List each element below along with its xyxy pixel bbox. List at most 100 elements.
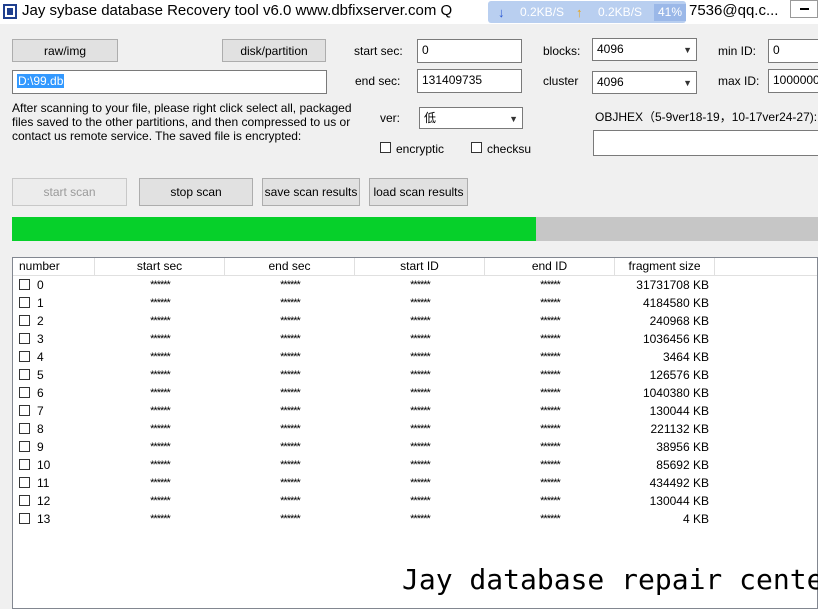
row-fragment-size: 434492 KB (649, 476, 709, 490)
cluster-select[interactable]: 4096 ▼ (592, 71, 697, 94)
chevron-down-icon: ▼ (683, 78, 692, 88)
cluster-value: 4096 (597, 75, 624, 89)
row-fragment-size: 1036456 KB (642, 332, 709, 346)
row-fragment-size: 221132 KB (650, 422, 710, 436)
row-start-id: ****** (410, 369, 431, 381)
max-id-input[interactable]: 1000000 (768, 69, 818, 93)
raw-img-button[interactable]: raw/img (12, 39, 118, 62)
row-start-id: ****** (410, 405, 431, 417)
row-checkbox[interactable] (19, 369, 30, 380)
row-end-id: ****** (540, 423, 561, 435)
start-sec-input[interactable]: 0 (417, 39, 522, 63)
fragment-list[interactable]: number start sec end sec start ID end ID… (12, 257, 818, 609)
row-end-id: ****** (540, 459, 561, 471)
watermark-text: Jay database repair center (402, 563, 818, 596)
min-id-label: min ID: (718, 44, 757, 58)
start-scan-button[interactable]: start scan (12, 178, 127, 206)
disk-partition-button[interactable]: disk/partition (222, 39, 326, 62)
row-checkbox[interactable] (19, 297, 30, 308)
column-header-fragment-size[interactable]: fragment size (615, 258, 715, 275)
row-end-id: ****** (540, 279, 561, 291)
objhex-input[interactable] (593, 130, 818, 156)
row-fragment-size: 130044 KB (649, 494, 709, 508)
save-scan-results-button[interactable]: save scan results (262, 178, 360, 206)
row-checkbox[interactable] (19, 495, 30, 506)
table-row[interactable]: 12 ****** ****** ****** ****** 130044 KB (13, 492, 817, 510)
row-end-sec: ****** (280, 423, 301, 435)
arrow-up-icon: ↑ (576, 5, 583, 20)
row-number: 2 (37, 314, 44, 328)
row-number: 0 (37, 278, 44, 292)
row-start-sec: ****** (150, 297, 171, 309)
row-end-sec: ****** (280, 441, 301, 453)
row-start-sec: ****** (150, 423, 171, 435)
stop-scan-button[interactable]: stop scan (139, 178, 253, 206)
table-row[interactable]: 7 ****** ****** ****** ****** 130044 KB (13, 402, 817, 420)
table-row[interactable]: 13 ****** ****** ****** ****** 4 KB (13, 510, 817, 528)
table-row[interactable]: 1 ****** ****** ****** ****** 4184580 KB (13, 294, 817, 312)
row-start-id: ****** (410, 297, 431, 309)
network-monitor: ↓ 0.2KB/S ↑ 0.2KB/S 41% (488, 1, 686, 23)
checksum-checkbox[interactable] (471, 142, 482, 153)
column-header-start-sec[interactable]: start sec (95, 258, 225, 275)
row-end-id: ****** (540, 351, 561, 363)
row-start-sec: ****** (150, 351, 171, 363)
instructions-text: After scanning to your file, please righ… (12, 101, 352, 143)
row-checkbox[interactable] (19, 279, 30, 290)
row-checkbox[interactable] (19, 387, 30, 398)
row-fragment-size: 1040380 KB (642, 386, 709, 400)
table-row[interactable]: 11 ****** ****** ****** ****** 434492 KB (13, 474, 817, 492)
row-number: 11 (37, 476, 50, 490)
row-start-id: ****** (410, 351, 431, 363)
table-row[interactable]: 0 ****** ****** ****** ****** 31731708 KB (13, 276, 817, 294)
row-end-id: ****** (540, 333, 561, 345)
min-id-input[interactable]: 0 (768, 39, 818, 63)
table-row[interactable]: 6 ****** ****** ****** ****** 1040380 KB (13, 384, 817, 402)
file-path-input[interactable]: D:\99.db (12, 70, 327, 94)
row-checkbox[interactable] (19, 423, 30, 434)
row-number: 7 (37, 404, 44, 418)
minimize-button[interactable] (790, 0, 818, 18)
row-checkbox[interactable] (19, 477, 30, 488)
end-sec-input[interactable]: 131409735 (417, 69, 522, 93)
ver-value: 低 (424, 111, 437, 125)
table-row[interactable]: 2 ****** ****** ****** ****** 240968 KB (13, 312, 817, 330)
row-checkbox[interactable] (19, 315, 30, 326)
row-fragment-size: 130044 KB (649, 404, 709, 418)
row-end-id: ****** (540, 477, 561, 489)
row-checkbox[interactable] (19, 405, 30, 416)
load-scan-results-button[interactable]: load scan results (369, 178, 468, 206)
table-row[interactable]: 9 ****** ****** ****** ****** 38956 KB (13, 438, 817, 456)
table-row[interactable]: 10 ****** ****** ****** ****** 85692 KB (13, 456, 817, 474)
row-checkbox[interactable] (19, 351, 30, 362)
row-end-id: ****** (540, 513, 561, 525)
row-start-id: ****** (410, 513, 431, 525)
column-header-start-id[interactable]: start ID (355, 258, 485, 275)
row-fragment-size: 38956 KB (656, 440, 709, 454)
table-row[interactable]: 5 ****** ****** ****** ****** 126576 KB (13, 366, 817, 384)
start-sec-label: start sec: (354, 44, 403, 58)
row-start-sec: ****** (150, 495, 171, 507)
row-end-sec: ****** (280, 369, 301, 381)
row-checkbox[interactable] (19, 441, 30, 452)
encryptic-checkbox[interactable] (380, 142, 391, 153)
table-row[interactable]: 3 ****** ****** ****** ****** 1036456 KB (13, 330, 817, 348)
row-start-id: ****** (410, 459, 431, 471)
row-number: 9 (37, 440, 44, 454)
blocks-select[interactable]: 4096 ▼ (592, 38, 697, 61)
table-row[interactable]: 4 ****** ****** ****** ****** 3464 KB (13, 348, 817, 366)
row-checkbox[interactable] (19, 333, 30, 344)
row-checkbox[interactable] (19, 513, 30, 524)
row-checkbox[interactable] (19, 459, 30, 470)
row-start-id: ****** (410, 495, 431, 507)
ver-select[interactable]: 低 ▼ (419, 107, 523, 129)
row-number: 4 (37, 350, 44, 364)
column-header-number[interactable]: number (13, 258, 95, 275)
table-row[interactable]: 8 ****** ****** ****** ****** 221132 KB (13, 420, 817, 438)
row-end-sec: ****** (280, 459, 301, 471)
row-number: 1 (37, 296, 44, 310)
column-header-end-id[interactable]: end ID (485, 258, 615, 275)
column-header-end-sec[interactable]: end sec (225, 258, 355, 275)
row-start-sec: ****** (150, 441, 171, 453)
window-title: Jay sybase database Recovery tool v6.0 w… (22, 2, 453, 19)
